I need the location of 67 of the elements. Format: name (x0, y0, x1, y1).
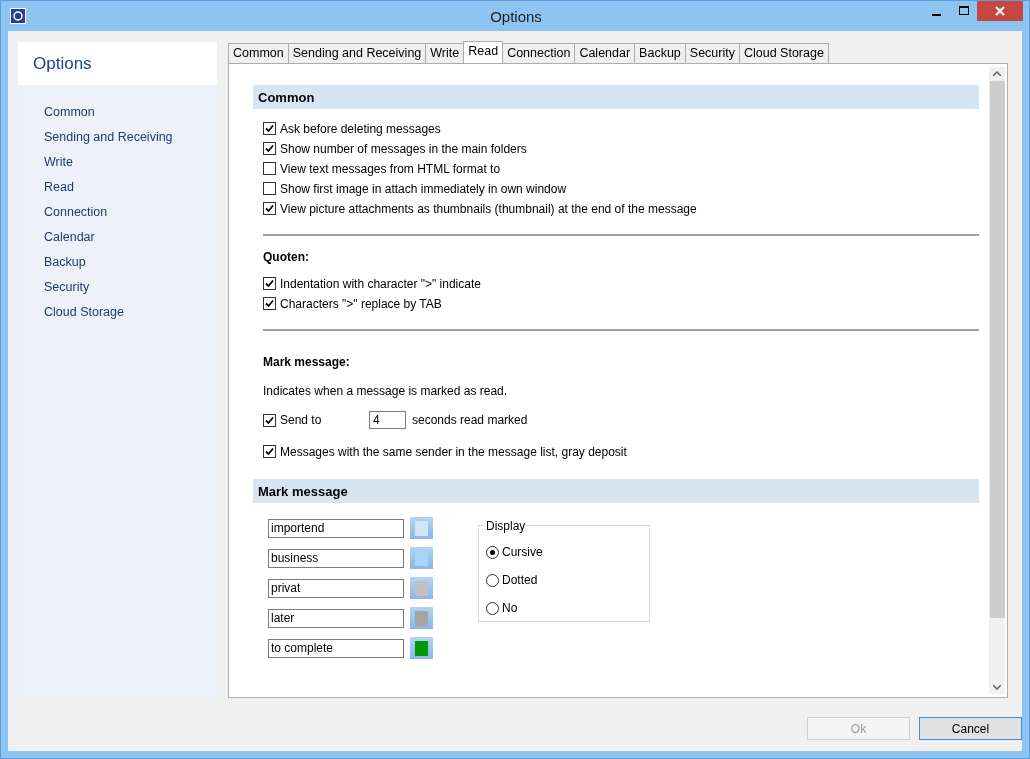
option-label: Ask before deleting messages (280, 121, 441, 136)
checkbox[interactable] (263, 182, 276, 195)
checkbox[interactable] (263, 297, 276, 310)
option-label: No (502, 601, 518, 615)
maximize-icon (958, 6, 969, 16)
close-button[interactable] (977, 1, 1023, 21)
checkbox[interactable] (263, 445, 276, 458)
label-field[interactable]: importend (268, 518, 404, 538)
minimize-icon (932, 14, 941, 16)
color-button[interactable] (410, 517, 433, 539)
sidebar-item[interactable]: Calendar (42, 228, 97, 247)
option-label: View picture attachments as thumbnails (thumbnail) at the end of the message (280, 201, 697, 216)
sidebar-item[interactable]: Backup (42, 253, 88, 272)
tab[interactable]: Sending and Receiving (287, 43, 427, 63)
radio-button[interactable] (486, 545, 499, 559)
tab[interactable]: Backup (634, 43, 686, 63)
checkbox[interactable] (263, 162, 276, 175)
sidebar-item[interactable]: Cloud Storage (42, 303, 126, 322)
sidebar-item[interactable]: Connection (42, 203, 110, 222)
unit-label: seconds read marked (412, 413, 528, 427)
checkbox[interactable] (263, 122, 276, 135)
color-button[interactable] (410, 577, 433, 599)
sidebar-item[interactable]: Sending and Receiving (42, 128, 175, 147)
tab[interactable]: Security (684, 43, 740, 63)
option-label: Dotted (502, 573, 538, 587)
option-label: Indentation with character ">" indicate (280, 276, 481, 291)
window-title: Options (489, 7, 543, 25)
label-field[interactable]: business (268, 548, 404, 568)
radio-button[interactable] (486, 573, 499, 587)
tab[interactable]: Cloud Storage (738, 43, 829, 63)
group-title: Display (485, 519, 527, 533)
color-button[interactable] (410, 637, 433, 659)
checkbox[interactable] (263, 277, 276, 290)
section-header: Common (253, 85, 979, 109)
scroll-up-icon (993, 71, 1001, 76)
option-label: View text messages from HTML format to (280, 161, 501, 176)
sidebar-item[interactable]: Read (42, 178, 76, 197)
checkbox[interactable] (263, 413, 276, 427)
sidebar-item[interactable]: Write (42, 153, 75, 172)
app-icon (10, 8, 26, 24)
tab[interactable]: Read (463, 41, 504, 63)
radio-button[interactable] (486, 601, 499, 615)
option-label: Cursive (502, 545, 543, 559)
close-icon (995, 6, 1005, 16)
dialog-button[interactable]: Cancel (919, 717, 1022, 740)
option-label: Messages with the same sender in the message list, gray deposit (280, 444, 627, 459)
option-label: Show first image in attach immediately in own window (280, 181, 567, 196)
tab[interactable]: Common (228, 43, 289, 63)
scroll-down-icon (993, 685, 1001, 690)
checkbox[interactable] (263, 142, 276, 155)
sidebar-item[interactable]: Common (42, 103, 97, 122)
group-title: Quoten: (262, 249, 310, 264)
group-title: Mark message: (262, 354, 351, 369)
option-label: Send to (280, 413, 323, 427)
seconds-field[interactable]: 4 (369, 411, 406, 429)
label-field[interactable]: later (268, 608, 404, 628)
section-header: Mark message (253, 479, 979, 503)
option-label: Characters ">" replace by TAB (280, 296, 442, 311)
checkbox[interactable] (263, 202, 276, 215)
sidebar-item[interactable]: Security (42, 278, 92, 297)
color-button[interactable] (410, 547, 433, 569)
color-button[interactable] (410, 607, 433, 629)
sidebar-title: Options (33, 53, 92, 74)
description-text: Indicates when a message is marked as read. (262, 383, 509, 398)
label-field[interactable]: privat (268, 578, 404, 598)
option-label: Show number of messages in the main folders (280, 141, 527, 156)
label-field[interactable]: to complete (268, 638, 404, 658)
